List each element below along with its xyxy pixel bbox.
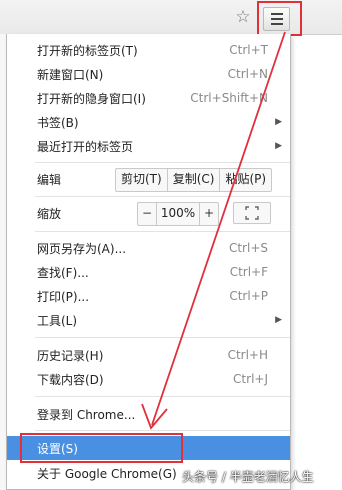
annotation-arrow <box>141 31 286 430</box>
watermark-text: 头条号 / 半壶老酒忆人生 <box>182 470 314 484</box>
